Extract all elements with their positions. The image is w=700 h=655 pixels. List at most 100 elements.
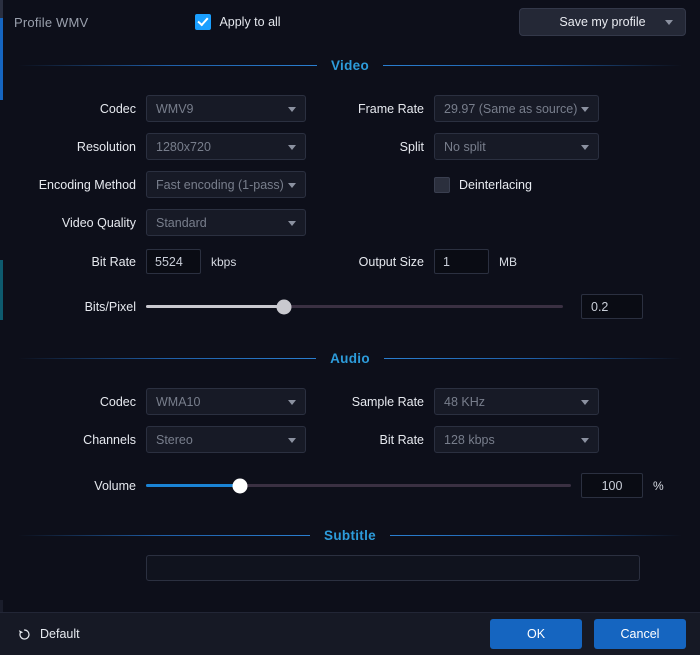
split-select[interactable]: No split [434, 133, 599, 160]
ok-button[interactable]: OK [490, 619, 582, 649]
bits-per-pixel-input[interactable]: 0.2 [581, 294, 643, 319]
audio-bitrate-select[interactable]: 128 kbps [434, 426, 599, 453]
resolution-label: Resolution [76, 139, 136, 154]
profile-settings-dialog: Profile WMV Apply to all Save my profile… [0, 0, 700, 655]
output-size-value: 1 [443, 254, 450, 269]
slider-fill [146, 484, 240, 487]
bits-per-pixel-slider[interactable] [146, 299, 563, 314]
chevron-down-icon[interactable] [581, 438, 589, 443]
video-quality-label: Video Quality [61, 215, 136, 230]
profile-title: Profile WMV [14, 14, 89, 30]
chevron-down-icon[interactable] [581, 145, 589, 150]
divider-right [383, 358, 682, 359]
volume-value: 100 [601, 478, 623, 493]
split-value: No split [444, 139, 486, 154]
chevron-down-icon[interactable] [581, 400, 589, 405]
slider-thumb[interactable] [276, 299, 292, 314]
chevron-down-icon[interactable] [288, 400, 296, 405]
video-bitrate-unit: kbps [211, 254, 237, 269]
audio-codec-select[interactable]: WMA10 [146, 388, 306, 415]
channels-value: Stereo [156, 432, 193, 447]
volume-label: Volume [94, 478, 136, 493]
resolution-select[interactable]: 1280x720 [146, 133, 306, 160]
slider-fill [146, 305, 284, 308]
output-size-unit: MB [499, 254, 517, 269]
footer-actions: OK Cancel [490, 619, 686, 649]
audio-bitrate-field: Bit Rate 128 kbps [338, 426, 658, 453]
bits-per-pixel-row: Bits/Pixel 0.2 [0, 294, 700, 319]
deinterlacing-field: Deinterlacing [338, 176, 658, 193]
chevron-down-icon[interactable] [288, 183, 296, 188]
audio-codec-label: Codec [99, 394, 136, 409]
chevron-down-icon[interactable] [581, 107, 589, 112]
video-codec-label: Codec [99, 101, 136, 116]
checkbox-checked-icon[interactable] [195, 14, 212, 30]
deinterlacing-label: Deinterlacing [459, 177, 532, 192]
video-row-3: Encoding Method Fast encoding (1-pass) D… [18, 171, 682, 198]
save-my-profile-button[interactable]: Save my profile [519, 8, 686, 36]
divider-left [18, 535, 311, 536]
video-row-1: Codec WMV9 Frame Rate 29.97 (Same as sou… [18, 95, 682, 122]
video-row-2: Resolution 1280x720 Split No split [18, 133, 682, 160]
volume-input[interactable]: 100 [581, 473, 643, 498]
cancel-button[interactable]: Cancel [594, 619, 686, 649]
video-section-header: Video [0, 58, 700, 73]
chevron-down-icon[interactable] [288, 438, 296, 443]
dialog-footer: Default OK Cancel [0, 612, 700, 655]
ok-button-label: OK [526, 627, 546, 641]
divider-left [18, 358, 317, 359]
frame-rate-select[interactable]: 29.97 (Same as source) [434, 95, 599, 122]
cancel-button-label: Cancel [620, 627, 660, 641]
output-size-field: Output Size 1 MB [338, 249, 658, 274]
video-fields: Codec WMV9 Frame Rate 29.97 (Same as sou… [0, 95, 700, 274]
resolution-value: 1280x720 [156, 139, 211, 154]
apply-to-all-checkbox[interactable]: Apply to all [195, 14, 281, 30]
default-button[interactable]: Default [17, 627, 80, 642]
subtitle-section-header: Subtitle [0, 528, 700, 543]
chevron-down-icon[interactable] [288, 145, 296, 150]
video-bitrate-input[interactable]: 5524 [146, 249, 201, 274]
chevron-down-icon[interactable] [665, 19, 673, 25]
channels-select[interactable]: Stereo [146, 426, 306, 453]
reset-arrow-icon [18, 628, 30, 640]
video-quality-select[interactable]: Standard [146, 209, 306, 236]
video-quality-value: Standard [156, 215, 207, 230]
video-bitrate-value: 5524 [155, 254, 183, 269]
video-bitrate-label: Bit Rate [91, 254, 136, 269]
volume-row: Volume 100 % [0, 473, 700, 498]
default-button-label: Default [40, 627, 80, 641]
sample-rate-field: Sample Rate 48 KHz [338, 388, 658, 415]
split-field: Split No split [338, 133, 658, 160]
volume-slider[interactable] [146, 478, 571, 493]
sample-rate-select[interactable]: 48 KHz [434, 388, 599, 415]
checkbox-unchecked-icon[interactable] [434, 176, 450, 193]
video-codec-value: WMV9 [156, 101, 194, 116]
encoding-method-label: Encoding Method [38, 177, 136, 192]
divider-right [383, 65, 683, 66]
slider-thumb[interactable] [232, 478, 247, 493]
encoding-method-select[interactable]: Fast encoding (1-pass) [146, 171, 306, 198]
sample-rate-value: 48 KHz [444, 394, 485, 409]
split-label: Split [399, 139, 424, 154]
frame-rate-field: Frame Rate 29.97 (Same as source) [338, 95, 658, 122]
subtitle-section-title: Subtitle [324, 528, 376, 543]
bits-per-pixel-value: 0.2 [591, 299, 609, 314]
audio-section-header: Audio [0, 351, 700, 366]
audio-codec-field: Codec WMA10 [18, 388, 338, 415]
frame-rate-value: 29.97 (Same as source) [444, 101, 578, 116]
subtitle-mode-select[interactable] [146, 555, 640, 581]
video-bitrate-field: Bit Rate 5524 kbps [18, 249, 338, 274]
chevron-down-icon[interactable] [288, 221, 296, 226]
audio-fields: Codec WMA10 Sample Rate 48 KHz Channels … [0, 388, 700, 453]
video-row-4: Video Quality Standard [18, 209, 682, 236]
frame-rate-label: Frame Rate [358, 101, 424, 116]
bits-per-pixel-label: Bits/Pixel [84, 299, 136, 314]
output-size-input[interactable]: 1 [434, 249, 489, 274]
deinterlacing-checkbox[interactable]: Deinterlacing [434, 176, 532, 193]
apply-to-all-label: Apply to all [219, 15, 281, 29]
divider-right [389, 535, 682, 536]
video-codec-select[interactable]: WMV9 [146, 95, 306, 122]
chevron-down-icon[interactable] [288, 107, 296, 112]
channels-label: Channels [83, 432, 136, 447]
video-section-title: Video [331, 58, 370, 73]
